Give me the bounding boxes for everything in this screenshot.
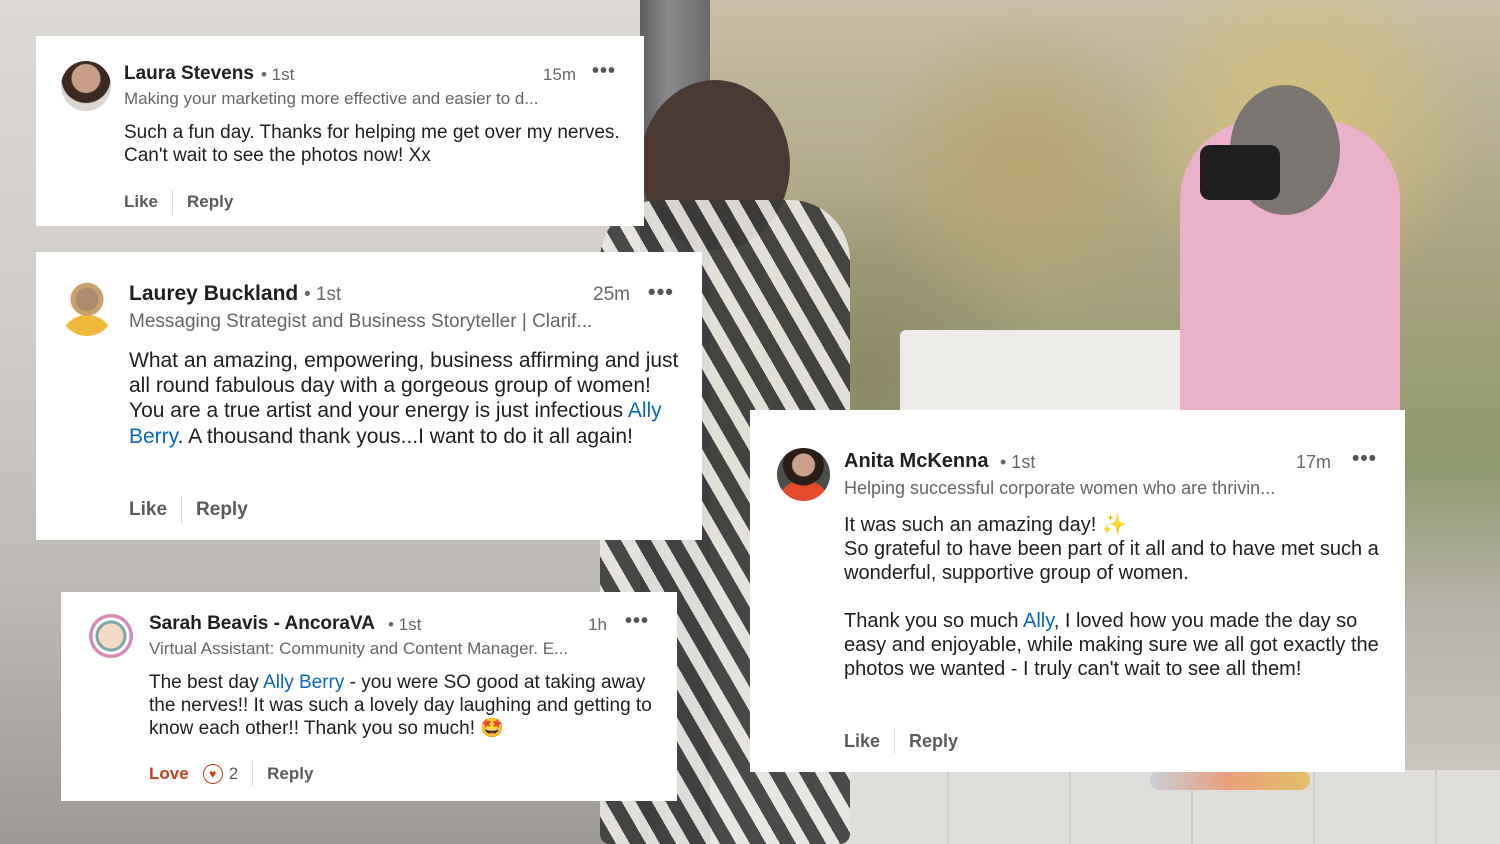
avatar[interactable]	[89, 614, 133, 658]
avatar[interactable]	[61, 61, 111, 111]
comment-actions: Like Reply	[124, 190, 233, 214]
divider	[252, 762, 254, 786]
photographer-shoes	[1150, 770, 1310, 790]
love-reaction-button[interactable]: Love	[149, 764, 189, 784]
connection-degree: • 1st	[261, 65, 295, 84]
more-options-icon[interactable]: •••	[625, 610, 649, 633]
like-button[interactable]: Like	[844, 731, 880, 752]
comment-time: 1h	[588, 615, 607, 634]
connection-degree: • 1st	[388, 615, 422, 634]
comment-paragraph: Thank you so much Ally, I loved how you …	[844, 609, 1384, 681]
more-options-icon[interactable]: •••	[592, 60, 616, 83]
comment-text-part: What an amazing, empowering, business af…	[129, 349, 679, 423]
reply-button[interactable]: Reply	[267, 764, 313, 784]
comment-actions: Like Reply	[129, 496, 248, 524]
more-options-icon[interactable]: •••	[648, 279, 674, 305]
comment-time: 25m	[593, 284, 630, 305]
comment-text: The best day Ally Berry - you were SO go…	[149, 672, 659, 740]
comment-actions: Like Reply	[844, 728, 958, 754]
comment-time: 15m	[542, 65, 576, 84]
connection-degree: • 1st	[1000, 452, 1036, 472]
like-button[interactable]: Like	[124, 192, 158, 212]
camera	[1200, 145, 1280, 200]
comment-card-laurey-buckland: Laurey Buckland • 1st 25m ••• Messaging …	[36, 252, 702, 540]
comment-text-part: Thank you so much	[844, 610, 1023, 632]
connection-degree: • 1st	[304, 284, 342, 305]
commenter-name[interactable]: Laurey Buckland	[129, 282, 298, 306]
divider	[172, 190, 174, 214]
avatar[interactable]	[777, 448, 830, 501]
avatar[interactable]	[60, 282, 114, 336]
comment-actions: Love ♥ 2 Reply	[149, 762, 313, 786]
comment-card-laura-stevens: Laura Stevens • 1st 15m ••• Making your …	[36, 36, 644, 226]
comment-text-part: . A thousand thank yous...I want to do i…	[177, 424, 633, 448]
mention-link[interactable]: Ally	[1023, 610, 1054, 632]
comment-text-part: So grateful to have been part of it all …	[844, 538, 1379, 584]
heart-icon[interactable]: ♥	[202, 764, 223, 784]
commenter-headline: Helping successful corporate women who a…	[844, 478, 1276, 498]
reaction-count[interactable]: 2	[229, 764, 238, 784]
commenter-headline: Making your marketing more effective and…	[124, 89, 539, 108]
reply-button[interactable]: Reply	[196, 499, 248, 521]
more-options-icon[interactable]: •••	[1352, 447, 1377, 471]
comment-card-sarah-beavis: Sarah Beavis - AncoraVA • 1st 1h ••• Vir…	[61, 592, 677, 801]
comment-text-part: The best day	[149, 672, 264, 693]
like-button[interactable]: Like	[129, 499, 167, 521]
comment-card-anita-mckenna: Anita McKenna • 1st 17m ••• Helping succ…	[750, 410, 1405, 772]
comment-paragraph: It was such an amazing day! ✨ So grateful…	[844, 513, 1384, 585]
commenter-headline: Messaging Strategist and Business Storyt…	[129, 311, 593, 332]
star-struck-emoji: 🤩	[480, 717, 504, 739]
commenter-headline: Virtual Assistant: Community and Content…	[149, 639, 569, 658]
comment-text: Such a fun day. Thanks for helping me ge…	[124, 122, 620, 166]
reply-button[interactable]: Reply	[909, 731, 958, 752]
comment-text: It was such an amazing day! ✨ So grateful…	[844, 513, 1384, 681]
sparkles-emoji: ✨	[1101, 514, 1127, 536]
commenter-name[interactable]: Sarah Beavis - AncoraVA	[149, 613, 375, 635]
comment-time: 17m	[1295, 452, 1331, 472]
commenter-name[interactable]: Anita McKenna	[844, 450, 988, 473]
comment-text: What an amazing, empowering, business af…	[129, 348, 679, 449]
divider	[181, 496, 183, 524]
reply-button[interactable]: Reply	[187, 192, 233, 212]
mention-link[interactable]: Ally Berry	[263, 672, 344, 693]
comment-text-part: It was such an amazing day!	[844, 514, 1102, 536]
commenter-name[interactable]: Laura Stevens	[124, 63, 254, 85]
divider	[894, 728, 896, 754]
